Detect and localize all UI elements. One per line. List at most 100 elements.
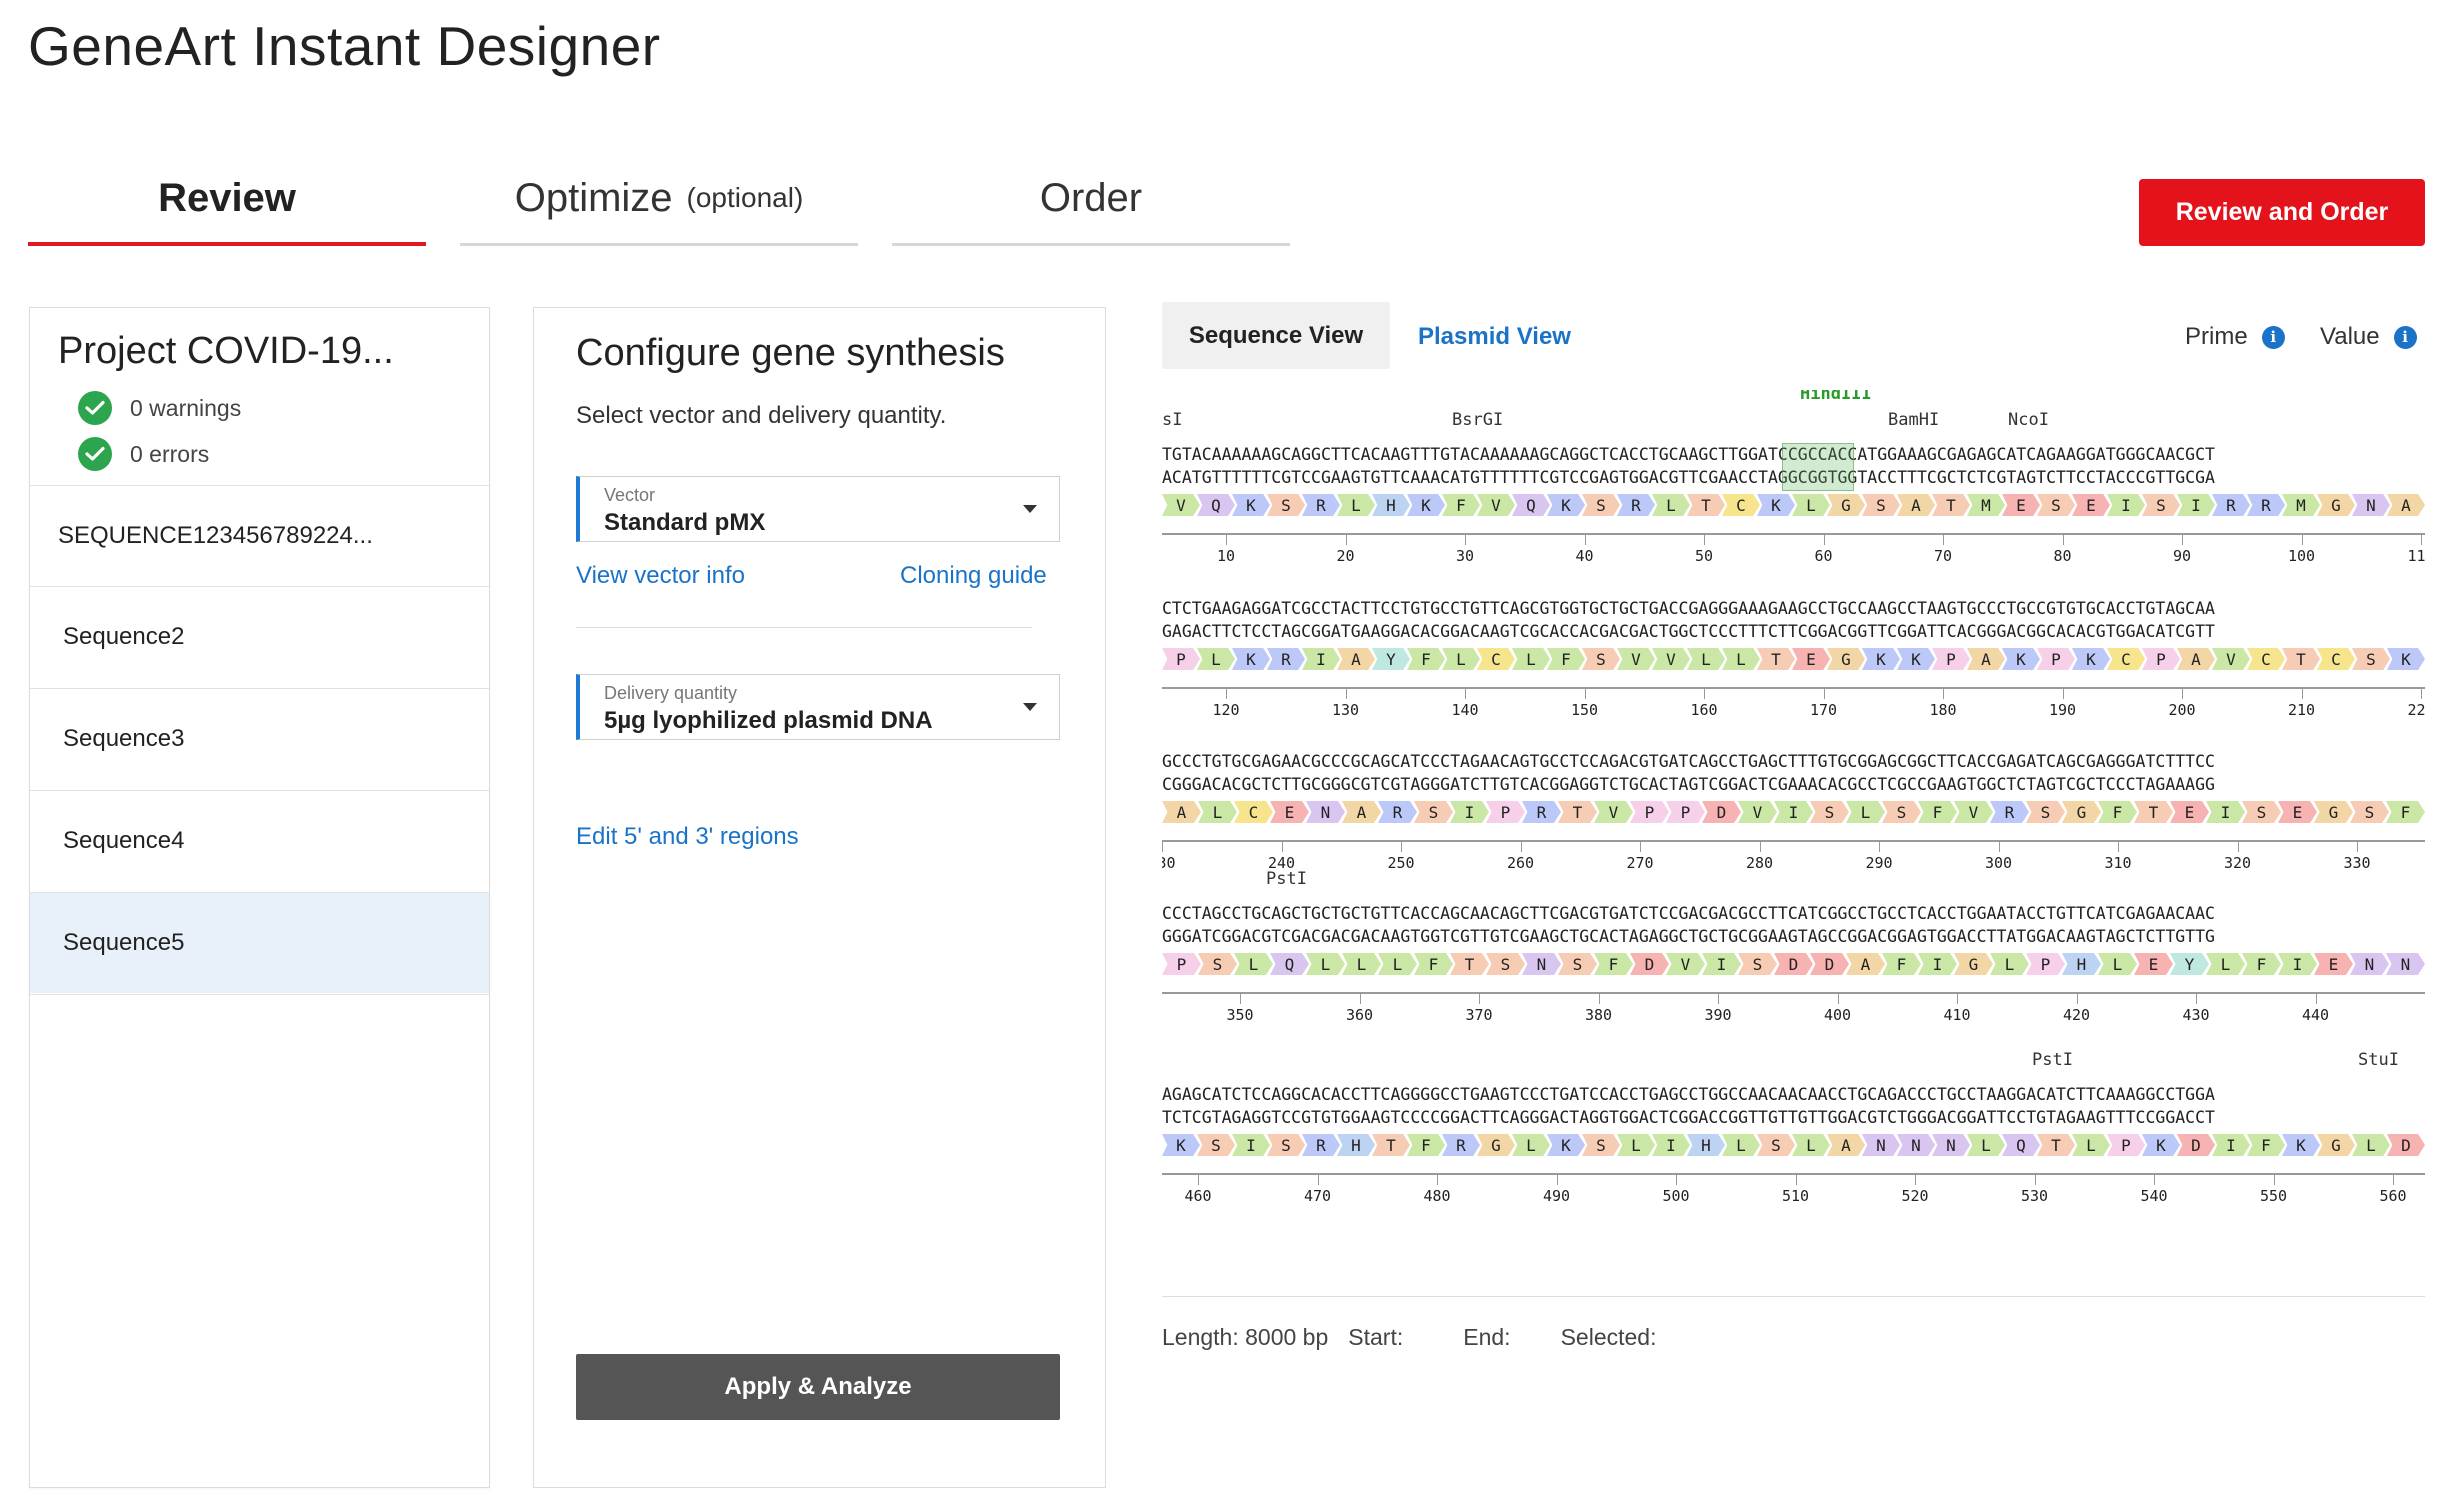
dna-forward-strand[interactable]: CTCTGAAGAGGATCGCCTACTTCCTGTGCCTGTTCAGCGT… [1162,599,2215,618]
amino-acid[interactable]: F [1407,1134,1445,1156]
amino-acid[interactable]: H [1372,494,1410,516]
value-toggle[interactable]: Value i [2320,323,2417,351]
amino-acid[interactable]: P [2037,648,2075,670]
amino-acid[interactable]: S [2350,801,2389,823]
amino-acid[interactable]: F [1594,953,1633,975]
amino-acid[interactable]: K [2002,648,2040,670]
amino-acid[interactable]: S [2242,801,2281,823]
amino-acid[interactable]: I [2278,953,2317,975]
amino-acid[interactable]: D [1774,953,1813,975]
amino-acid[interactable]: I [1450,801,1489,823]
dna-forward-strand[interactable]: AGAGCATCTCCAGGCACACCTTCAGGGGCCTGAAGTCCCT… [1162,1085,2215,1104]
amino-acid[interactable]: K [2142,1134,2180,1156]
amino-acid[interactable]: G [1477,1134,1515,1156]
amino-acid[interactable]: L [1198,801,1237,823]
amino-acid[interactable]: R [1990,801,2029,823]
amino-acid[interactable]: I [2212,1134,2250,1156]
amino-acid[interactable]: S [2026,801,2065,823]
dna-reverse-strand[interactable]: ACATGTTTTTTCGTCCGAAGTGTTCAAACATGTTTTTTCG… [1162,468,2215,487]
sequence-list-item-selected[interactable]: Sequence5 [30,892,489,993]
amino-acid[interactable]: F [2242,953,2281,975]
amino-acid[interactable]: R [1617,494,1655,516]
amino-acid[interactable]: N [2350,953,2389,975]
amino-acid[interactable]: I [1652,1134,1690,1156]
amino-acid[interactable]: G [1827,648,1865,670]
tab-order[interactable]: Order [892,150,1290,246]
amino-acid[interactable]: G [1827,494,1865,516]
amino-acid[interactable]: D [2387,1134,2425,1156]
amino-acid[interactable]: A [1162,801,1201,823]
sequence-view-tab[interactable]: Sequence View [1162,302,1390,369]
sequence-list-item[interactable]: Sequence3 [30,688,489,789]
amino-acid[interactable]: P [1162,953,1201,975]
amino-acid[interactable]: S [1267,1134,1305,1156]
amino-acid[interactable]: P [1630,801,1669,823]
dna-reverse-strand[interactable]: GAGACTTCTCCTAGCGGATGAAGGACACGGACAAGTCGCA… [1162,622,2215,641]
amino-acid[interactable]: G [1954,953,1993,975]
amino-acid[interactable]: E [2278,801,2317,823]
amino-acid[interactable]: F [1547,648,1585,670]
amino-acid[interactable]: A [1967,648,2005,670]
amino-acid[interactable]: V [1477,494,1515,516]
dna-forward-strand[interactable]: CCCTAGCCTGCAGCTGCTGCTGTTCACCAGCAACAGCTTC… [1162,904,2215,923]
amino-acid[interactable]: P [1162,648,1200,670]
amino-acid-track[interactable]: KSISRHTFRGLKSLIHLSLANNNLQTLPKDIFKGLD [1162,1134,2425,1158]
amino-acid[interactable]: L [1967,1134,2005,1156]
amino-acid[interactable]: I [1302,648,1340,670]
amino-acid[interactable]: A [1342,801,1381,823]
amino-acid[interactable]: T [1757,648,1795,670]
amino-acid[interactable]: S [2037,494,2075,516]
amino-acid[interactable]: L [1306,953,1345,975]
amino-acid[interactable]: P [2026,953,2065,975]
amino-acid[interactable]: F [2098,801,2137,823]
cloning-guide-link[interactable]: Cloning guide [900,562,1047,590]
amino-acid[interactable]: F [1442,494,1480,516]
amino-acid[interactable]: T [2282,648,2320,670]
amino-acid[interactable]: K [1757,494,1795,516]
sequence-row[interactable]: PstI StuI AGAGCATCTCCAGGCACACCTTCAGGGGCCTG… [1162,1030,2425,1205]
amino-acid-track[interactable]: ALCENARSIPRTVPPDVISLSFVRSGFTEISEGSF [1162,801,2425,825]
amino-acid[interactable]: L [1687,648,1725,670]
amino-acid[interactable]: L [1846,801,1885,823]
amino-acid[interactable]: T [1932,494,1970,516]
amino-acid[interactable]: C [1477,648,1515,670]
amino-acid[interactable]: N [1306,801,1345,823]
amino-acid[interactable]: Y [2170,953,2209,975]
amino-acid[interactable]: R [1442,1134,1480,1156]
amino-acid[interactable]: R [1522,801,1561,823]
amino-acid[interactable]: A [1337,648,1375,670]
amino-acid[interactable]: S [1757,1134,1795,1156]
amino-acid[interactable]: Q [1512,494,1550,516]
amino-acid[interactable]: R [1302,1134,1340,1156]
amino-acid[interactable]: N [2386,953,2425,975]
amino-acid[interactable]: F [1407,648,1445,670]
amino-acid[interactable]: L [1722,1134,1760,1156]
review-and-order-button[interactable]: Review and Order [2139,179,2425,246]
vector-select[interactable]: Vector Standard pMX [576,476,1060,542]
amino-acid[interactable]: P [1932,648,1970,670]
amino-acid[interactable]: K [1897,648,1935,670]
amino-acid[interactable]: K [2387,648,2425,670]
amino-acid[interactable]: S [1198,953,1237,975]
restriction-site-label[interactable]: BamHI [1888,410,1939,430]
amino-acid[interactable]: E [2314,953,2353,975]
sequence-row[interactable]: GCCCTGTGCGAGAACGCCCGCAGCATCCCTAGAACAGTGC… [1162,697,2425,872]
amino-acid[interactable]: V [1617,648,1655,670]
amino-acid[interactable]: G [2317,1134,2355,1156]
amino-acid[interactable]: G [2314,801,2353,823]
amino-acid[interactable]: F [1414,953,1453,975]
amino-acid[interactable]: I [2177,494,2215,516]
amino-acid[interactable]: K [1547,1134,1585,1156]
amino-acid[interactable]: D [1810,953,1849,975]
amino-acid[interactable]: T [1372,1134,1410,1156]
amino-acid[interactable]: C [1722,494,1760,516]
amino-acid[interactable]: L [1378,953,1417,975]
amino-acid[interactable]: S [1486,953,1525,975]
amino-acid[interactable]: L [1337,494,1375,516]
amino-acid[interactable]: P [1666,801,1705,823]
amino-acid[interactable]: K [1232,648,1270,670]
sequence-list-item[interactable]: SEQUENCE123456789224... [30,485,489,586]
sequence-row[interactable]: PstI CCCTAGCCTGCAGCTGCTGCTGTTCACCAGCAACAG… [1162,849,2425,1024]
amino-acid[interactable]: S [1862,494,1900,516]
amino-acid[interactable]: L [1512,1134,1550,1156]
